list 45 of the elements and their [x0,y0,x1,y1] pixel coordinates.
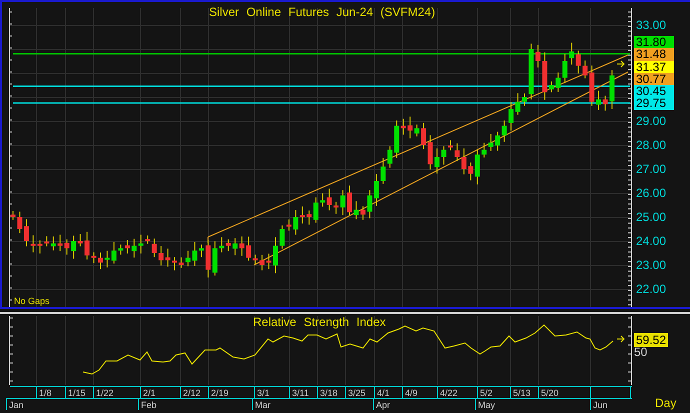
month-label: Jun [593,401,608,410]
rsi-value-tag: 59.52 [634,333,668,347]
week-label: 1/22 [96,389,114,398]
week-label: 5/13 [513,389,531,398]
axis-label: 24.00 [636,235,666,247]
week-label: 3/25 [348,389,366,398]
week-label: 1/8 [39,389,52,398]
axis-label: 29.00 [636,115,666,127]
axis-label: 23.00 [636,259,666,271]
week-label: 5/2 [480,389,493,398]
week-label: 3/11 [292,389,309,398]
rsi-title: Relative Strength Index [253,316,386,328]
axis-label: 25.00 [636,211,666,223]
week-label: 5/20 [541,389,559,398]
month-label: Feb [141,401,157,410]
week-label: 4/22 [440,389,458,398]
arrow-icon [616,60,625,68]
month-label: May [478,401,496,410]
price-tag: 31.48 [634,48,674,61]
price-tag: 31.37 [634,60,674,73]
interval-label: Day [655,397,676,409]
chart-title: Silver Online Futures Jun-24 (SVFM24) [209,6,436,18]
week-label: 1/15 [68,389,86,398]
price-tag: 29.75 [634,97,674,110]
axis-label: 27.00 [636,163,666,175]
arrow-icon [616,336,625,342]
price-tag: 31.80 [634,36,674,48]
month-label: Mar [255,401,270,410]
chart-note: No Gaps [14,297,50,306]
week-label: 2/12 [183,389,201,398]
price-tag: 30.77 [634,72,674,86]
axis-label: 33.00 [636,19,666,31]
month-label: Jan [9,401,24,410]
month-label: Apr [376,401,390,410]
week-label: 3/1 [257,389,270,398]
week-label: 2/19 [211,389,229,398]
week-label: 4/1 [377,389,390,398]
axis-label: 50 [634,346,648,358]
week-label: 4/9 [405,389,418,398]
axis-label: 26.00 [636,187,666,199]
axis-label: 28.00 [636,139,666,151]
axis-label: 22.00 [636,283,666,295]
price-tag: 30.45 [634,85,674,98]
week-label: 2/1 [143,389,156,398]
week-label: 3/18 [320,389,338,398]
